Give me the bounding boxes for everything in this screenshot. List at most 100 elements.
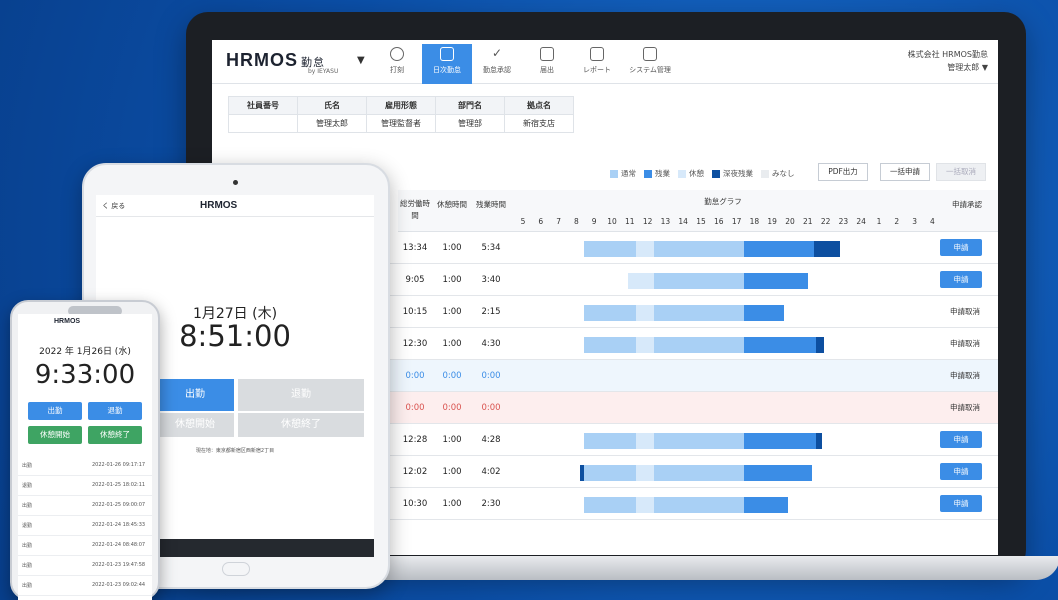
th-department: 部門名 <box>435 96 505 115</box>
cell-work: 0:00 <box>405 371 425 381</box>
cell-break: 1:00 <box>442 243 462 253</box>
hour-label: 15 <box>696 217 706 226</box>
nav-daily-attendance[interactable]: 日次勤怠 <box>422 44 472 84</box>
cell-work: 9:05 <box>405 275 425 285</box>
tablet-break-start-button[interactable]: 休憩開始 <box>156 413 234 437</box>
hour-label: 4 <box>930 217 935 226</box>
phone-date: 2022 年 1月26日 (水) <box>39 347 131 357</box>
account-menu[interactable]: 株式会社 HRMOS勤怠 管理太郎 ▼ <box>908 48 988 74</box>
hour-label: 14 <box>678 217 688 226</box>
hour-label: 13 <box>660 217 671 226</box>
nav-report[interactable]: レポート <box>572 44 622 84</box>
graph-bar <box>814 241 840 257</box>
cancel-apply-button[interactable]: 申請取消 <box>940 367 990 384</box>
hour-label: 22 <box>820 217 831 226</box>
header-total-work: 総労働時間 <box>398 190 432 232</box>
graph-bar <box>654 337 744 353</box>
history-time: 2022-01-23 19:47:58 <box>92 562 146 568</box>
cancel-apply-button[interactable]: 申請取消 <box>940 303 990 320</box>
cancel-apply-button[interactable]: 申請取消 <box>940 399 990 416</box>
history-item[interactable]: 出勤 2022-01-24 08:48:07 <box>18 536 152 556</box>
nav-system-admin[interactable]: システム管理 <box>622 44 678 84</box>
history-item[interactable]: 出勤 2022-01-23 09:02:44 <box>18 576 152 596</box>
hour-label: 19 <box>767 217 777 226</box>
cancel-apply-button[interactable]: 申請取消 <box>940 335 990 352</box>
cell-break: 1:00 <box>442 499 462 509</box>
tablet-clock-in-button[interactable]: 出勤 <box>156 379 234 411</box>
attendance-row[interactable]: 12:02 1:00 4:02 申請 <box>388 456 998 488</box>
cell-over: 4:02 <box>481 467 501 477</box>
nav-approval[interactable]: ✓ 勤怠承認 <box>472 44 522 84</box>
graph-bar <box>636 241 654 257</box>
graph-bar <box>584 497 636 513</box>
cell-over: 0:00 <box>481 403 501 413</box>
apply-button[interactable]: 申請 <box>940 431 982 448</box>
attendance-row[interactable]: 12:28 1:00 4:28 申請 <box>388 424 998 456</box>
report-icon <box>590 47 604 61</box>
phone-break-end-button[interactable]: 休憩終了 <box>88 426 142 444</box>
apply-button[interactable]: 申請 <box>940 271 982 288</box>
hour-label: 24 <box>856 217 866 226</box>
tablet-home-button[interactable] <box>222 562 250 576</box>
hour-label: 18 <box>749 217 760 226</box>
attendance-row[interactable]: 0:00 0:00 0:00 申請取消 <box>388 360 998 392</box>
phone-clock-out-button[interactable]: 退勤 <box>88 402 142 420</box>
attendance-row[interactable]: 10:30 1:00 2:30 申請 <box>388 488 998 520</box>
phone-time: 9:33:00 <box>34 360 136 390</box>
hour-label: 5 <box>520 217 526 226</box>
th-employee-no: 社員番号 <box>228 96 298 115</box>
attendance-row[interactable]: 9:05 1:00 3:40 申請 <box>388 264 998 296</box>
cell-work: 12:30 <box>402 339 428 349</box>
pdf-export-button[interactable]: PDF出力 <box>818 163 868 181</box>
td-branch: 新宿支店 <box>504 114 574 133</box>
graph-bar <box>654 465 744 481</box>
attendance-row[interactable]: 0:00 0:00 0:00 申請取消 <box>388 392 998 424</box>
graph-bar <box>584 241 636 257</box>
graph-bar <box>636 465 654 481</box>
cell-over: 5:34 <box>481 243 501 253</box>
history-item[interactable]: 退勤 2022-01-24 18:45:33 <box>18 516 152 536</box>
phone-break-start-button[interactable]: 休憩開始 <box>28 426 82 444</box>
history-time: 2022-01-24 18:45:33 <box>92 522 146 528</box>
history-label: 出勤 <box>22 503 33 509</box>
attendance-row[interactable]: 13:34 1:00 5:34 申請 <box>388 232 998 264</box>
attendance-row[interactable]: 10:15 1:00 2:15 申請取消 <box>388 296 998 328</box>
bulk-apply-button[interactable]: 一括申請 <box>880 163 930 181</box>
history-item[interactable]: 出勤 2022-01-26 09:17:17 <box>18 456 152 476</box>
attendance-row[interactable]: 12:30 1:00 4:30 申請取消 <box>388 328 998 360</box>
chevron-down-icon[interactable]: ▼ <box>357 55 365 66</box>
monitor-icon <box>643 47 657 61</box>
hour-label: 20 <box>785 217 795 226</box>
apply-button[interactable]: 申請 <box>940 495 982 512</box>
td-employment-type: 管理監督者 <box>366 114 436 133</box>
nav-requests[interactable]: 届出 <box>522 44 572 84</box>
apply-button[interactable]: 申請 <box>940 463 982 480</box>
td-name: 管理太郎 <box>297 114 367 133</box>
td-employee-no <box>228 114 298 133</box>
graph-bar <box>654 433 744 449</box>
check-icon: ✓ <box>491 46 503 60</box>
bulk-cancel-button[interactable]: 一括取消 <box>936 163 986 181</box>
nav-punch[interactable]: 打刻 <box>372 44 422 84</box>
cell-work: 0:00 <box>405 403 425 413</box>
phone-clock-in-button[interactable]: 出勤 <box>28 402 82 420</box>
tablet-clock-out-button[interactable]: 退勤 <box>238 379 364 411</box>
logo-subtitle: by IEYASU <box>308 68 339 75</box>
graph-bar <box>654 241 744 257</box>
tablet-break-end-button[interactable]: 休憩終了 <box>238 413 364 437</box>
graph-bar <box>628 273 636 289</box>
tablet-header: く 戻る HRMOS <box>96 195 374 217</box>
cell-break: 1:00 <box>442 307 462 317</box>
legend-overtime: 残業 <box>644 168 670 179</box>
legend-break: 休憩 <box>678 168 704 179</box>
history-item[interactable]: 退勤 2022-01-25 18:02:11 <box>18 476 152 496</box>
hour-label: 23 <box>838 217 849 226</box>
back-button[interactable]: く 戻る <box>102 201 125 211</box>
history-item[interactable]: 出勤 2022-01-25 09:00:07 <box>18 496 152 516</box>
hour-label: 10 <box>607 217 617 226</box>
history-item[interactable]: 出勤 2022-01-23 19:47:58 <box>18 556 152 576</box>
th-name: 氏名 <box>297 96 367 115</box>
history-time: 2022-01-25 09:00:07 <box>92 502 146 508</box>
apply-button[interactable]: 申請 <box>940 239 982 256</box>
graph-bar <box>636 273 654 289</box>
